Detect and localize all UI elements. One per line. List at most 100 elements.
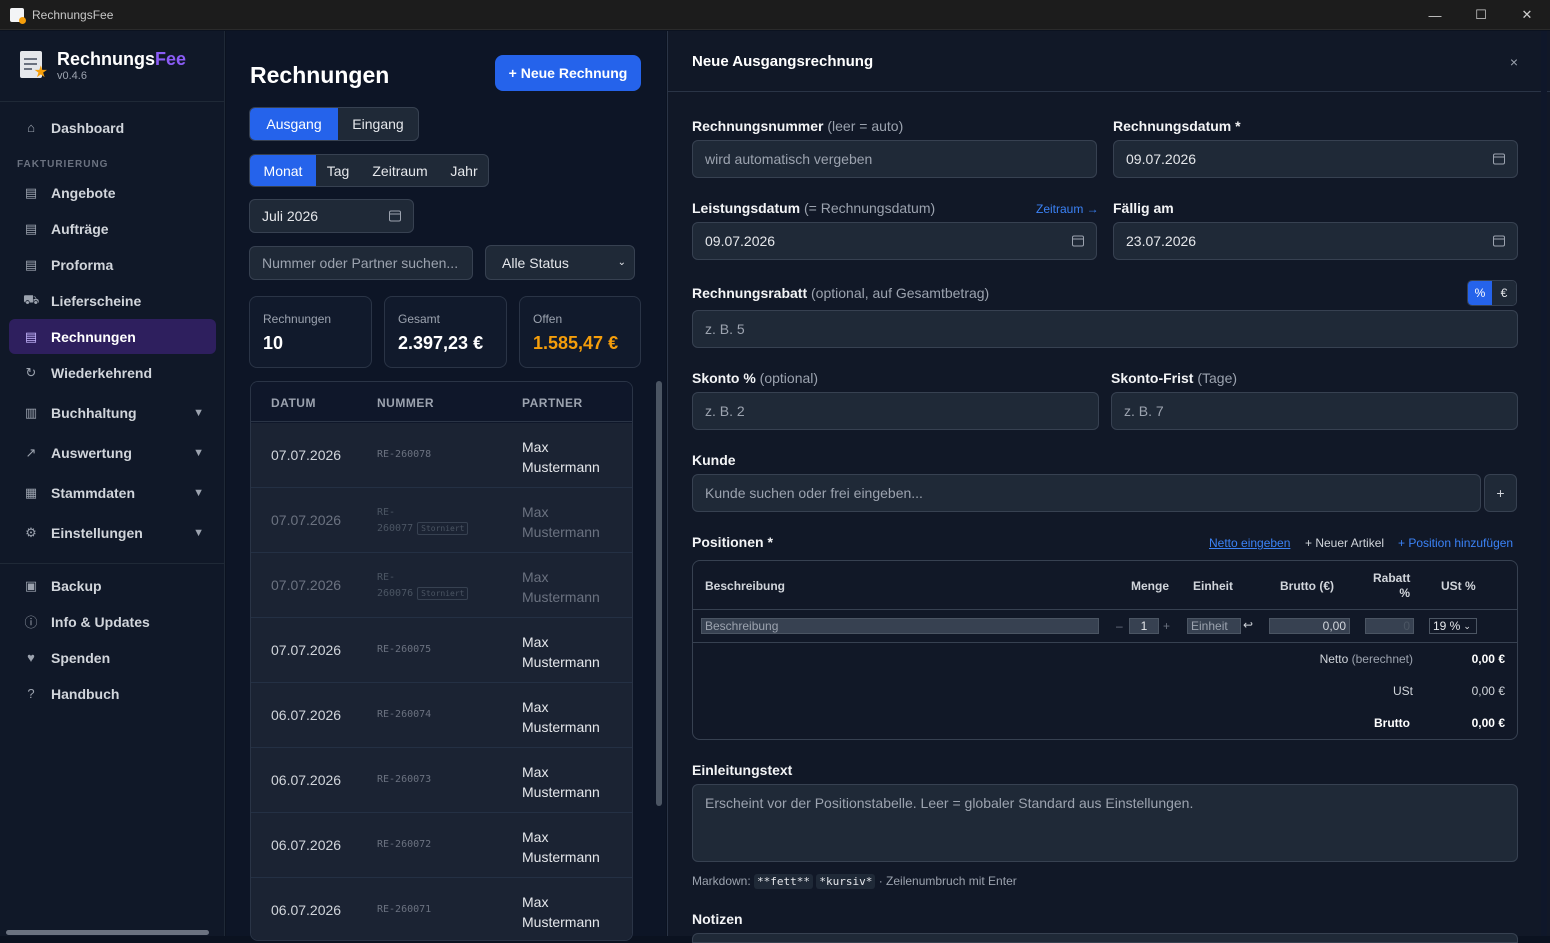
sidebar-item-dashboard[interactable]: ⌂ Dashboard xyxy=(9,110,216,145)
positions-table: Beschreibung Menge Einheit Brutto (€) Ra… xyxy=(692,560,1518,740)
service-period-link[interactable]: Zeitraum → xyxy=(1036,202,1099,216)
window-titlebar: RechnungsFee — ☐ ✕ xyxy=(0,0,1550,30)
vat-select[interactable]: 19 % ⌄ xyxy=(1429,618,1477,634)
help-icon: ? xyxy=(27,686,35,701)
sidebar-item-stammdaten[interactable]: ▦ Stammdaten ▼ xyxy=(9,475,216,510)
save-icon: ▣ xyxy=(24,577,38,593)
column-header-date[interactable]: DATUM xyxy=(271,396,316,410)
tab-tag[interactable]: Tag xyxy=(316,155,360,186)
skonto-input[interactable]: z. B. 2 xyxy=(692,392,1099,430)
brand: ★ RechnungsFee v0.4.6 xyxy=(18,49,186,82)
notes-textarea[interactable] xyxy=(692,933,1518,943)
gross-total-value: 0,00 € xyxy=(1471,716,1505,730)
calendar-icon xyxy=(389,210,401,222)
maximize-button[interactable]: ☐ xyxy=(1458,0,1504,30)
table-row[interactable]: 07.07.2026 RE- 260077 Storniert Max Musterm… xyxy=(251,488,632,553)
form-header: Neue Ausgangsrechnung × xyxy=(668,31,1550,92)
minimize-button[interactable]: — xyxy=(1412,0,1458,30)
quantity-decrement-button[interactable]: – xyxy=(1116,619,1123,633)
sidebar-item-info[interactable]: ⓘ Info & Updates xyxy=(9,604,216,639)
add-customer-button[interactable]: + xyxy=(1484,474,1517,512)
position-discount-input[interactable]: 0 xyxy=(1365,618,1414,634)
chevron-down-icon: ▼ xyxy=(193,406,204,419)
sidebar-item-auftraege[interactable]: ▤ Aufträge xyxy=(9,211,216,246)
list-scrollbar[interactable] xyxy=(656,381,662,806)
position-description-input[interactable]: Beschreibung xyxy=(701,618,1099,634)
table-row[interactable]: 06.07.2026 RE-260072 Max Mustermann xyxy=(251,813,632,878)
sidebar-item-handbuch[interactable]: ? Handbuch xyxy=(9,676,216,711)
cancelled-badge: Storniert xyxy=(417,587,469,600)
stat-count: Rechnungen 10 xyxy=(249,296,372,368)
sidebar-item-spenden[interactable]: ♥ Spenden xyxy=(9,640,216,675)
column-header-partner[interactable]: PARTNER xyxy=(522,396,583,410)
new-invoice-button[interactable]: + Neue Rechnung xyxy=(495,55,641,91)
sidebar-item-buchhaltung[interactable]: ▥ Buchhaltung ▼ xyxy=(9,395,216,430)
sidebar-item-proforma[interactable]: ▤ Proforma xyxy=(9,247,216,282)
sidebar-scrollbar[interactable] xyxy=(6,930,209,935)
period-toggle: Monat Tag Zeitraum Jahr xyxy=(249,154,489,187)
page-title: Rechnungen xyxy=(250,62,390,88)
calendar-icon xyxy=(1072,235,1084,247)
sidebar-item-rechnungen[interactable]: ▤ Rechnungen xyxy=(9,319,216,354)
tab-eingang[interactable]: Eingang xyxy=(338,108,418,140)
database-icon: ▦ xyxy=(24,484,38,500)
table-row[interactable]: 06.07.2026 RE-260074 Max Mustermann xyxy=(251,683,632,748)
column-header-number[interactable]: NUMMER xyxy=(377,396,434,410)
column-header-gross: Brutto (€) xyxy=(1280,579,1334,593)
discount-label: Rechnungsrabatt (optional, auf Gesamtbet… xyxy=(692,285,990,301)
sidebar-item-auswertung[interactable]: ↗ Auswertung ▼ xyxy=(9,435,216,470)
intro-text-label: Einleitungstext xyxy=(692,762,793,778)
close-window-button[interactable]: ✕ xyxy=(1504,0,1550,30)
form-scrollbar[interactable] xyxy=(1541,31,1547,936)
search-input[interactable]: Nummer oder Partner suchen... xyxy=(249,246,473,280)
app-logo-icon: ★ xyxy=(18,49,48,81)
table-row[interactable]: 07.07.2026 RE-260078 Max Mustermann xyxy=(251,423,632,488)
tab-zeitraum[interactable]: Zeitraum xyxy=(360,155,440,186)
discount-percent-button[interactable]: % xyxy=(1468,281,1492,305)
sidebar-item-angebote[interactable]: ▤ Angebote xyxy=(9,175,216,210)
skonto-days-label: Skonto-Frist (Tage) xyxy=(1111,370,1238,386)
invoice-date-input[interactable]: 09.07.2026 xyxy=(1113,140,1518,178)
cancelled-badge: Storniert xyxy=(417,522,469,535)
tab-jahr[interactable]: Jahr xyxy=(440,155,488,186)
direction-toggle: Ausgang Eingang xyxy=(249,107,419,141)
invoice-number-input[interactable]: wird automatisch vergeben xyxy=(692,140,1097,178)
quantity-input[interactable]: 1 xyxy=(1129,618,1159,634)
form-title: Neue Ausgangsrechnung xyxy=(692,53,874,70)
service-date-input[interactable]: 09.07.2026 xyxy=(692,222,1097,260)
column-header-quantity: Menge xyxy=(1131,579,1170,593)
unit-input[interactable]: Einheit xyxy=(1187,618,1241,634)
tab-monat[interactable]: Monat xyxy=(250,155,316,186)
discount-euro-button[interactable]: € xyxy=(1492,281,1516,305)
document-icon: ▤ xyxy=(24,184,38,200)
sidebar-item-einstellungen[interactable]: ⚙ Einstellungen ▼ xyxy=(9,515,216,550)
tab-ausgang[interactable]: Ausgang xyxy=(250,108,338,140)
document-icon: ▤ xyxy=(24,256,38,272)
quantity-increment-button[interactable]: + xyxy=(1163,619,1170,633)
customer-search-input[interactable]: Kunde suchen oder frei eingeben... xyxy=(692,474,1481,512)
table-row[interactable]: 06.07.2026 RE-260071 Max Mustermann xyxy=(251,878,632,940)
status-filter-select[interactable]: Alle Status ⌄ xyxy=(485,245,635,280)
discount-input[interactable]: z. B. 5 xyxy=(692,310,1518,348)
vat-total-label: USt xyxy=(1392,684,1413,698)
unit-picker-icon[interactable]: ↩ xyxy=(1243,618,1253,632)
table-row[interactable]: 07.07.2026 RE- 260076 Storniert Max Musterm… xyxy=(251,553,632,618)
sidebar-item-wiederkehrend[interactable]: ↻ Wiederkehrend xyxy=(9,355,216,390)
add-position-link[interactable]: + Position hinzufügen xyxy=(1398,536,1513,550)
gross-total-label: Brutto xyxy=(1374,716,1410,730)
vat-total-value: 0,00 € xyxy=(1471,684,1505,698)
gross-price-input[interactable]: 0,00 xyxy=(1269,618,1350,634)
table-row[interactable]: 07.07.2026 RE-260075 Max Mustermann xyxy=(251,618,632,683)
intro-text-textarea[interactable]: Erscheint vor der Positionstabelle. Leer… xyxy=(692,784,1518,862)
calendar-icon xyxy=(1493,235,1505,247)
month-picker[interactable]: Juli 2026 xyxy=(249,199,414,233)
due-date-input[interactable]: 23.07.2026 xyxy=(1113,222,1518,260)
new-article-link[interactable]: + Neuer Artikel xyxy=(1305,536,1384,550)
sidebar-item-backup[interactable]: ▣ Backup xyxy=(9,568,216,603)
close-icon[interactable]: × xyxy=(1510,54,1518,70)
skonto-days-input[interactable]: z. B. 7 xyxy=(1111,392,1518,430)
net-input-link[interactable]: Netto eingeben xyxy=(1209,536,1290,550)
table-row[interactable]: 06.07.2026 RE-260073 Max Mustermann xyxy=(251,748,632,813)
skonto-label: Skonto % (optional) xyxy=(692,370,819,386)
sidebar-item-lieferscheine[interactable]: ⛟ Lieferscheine xyxy=(9,283,216,318)
